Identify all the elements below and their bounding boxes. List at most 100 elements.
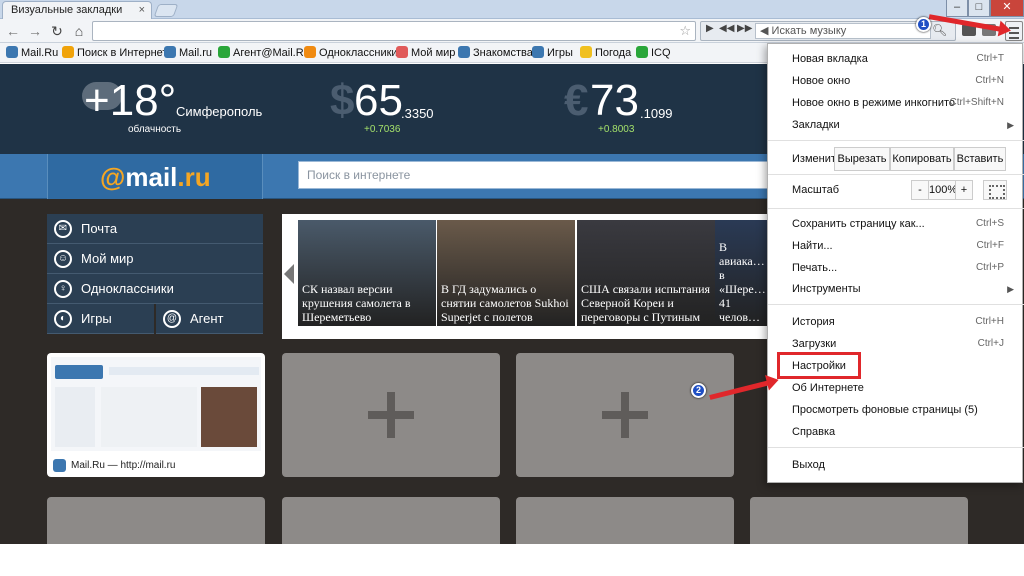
address-input[interactable]	[93, 22, 663, 40]
empty-tile-1[interactable]	[282, 353, 500, 477]
menu-new-window[interactable]: Новое окно	[792, 73, 850, 89]
shortcut-downloads: Ctrl+J	[977, 338, 1004, 349]
mailru-logo-box[interactable]: @mail.ru	[47, 154, 263, 199]
service-my-world-label: Мой мир	[81, 251, 134, 266]
music-search-input[interactable]: ◀ Искать музыку	[755, 23, 931, 39]
service-games[interactable]: ◐ Игры	[47, 304, 154, 334]
bookmark-favicon-icon	[580, 46, 592, 58]
bookmark-tile-mailru[interactable]: Mail.Ru — http://mail.ru	[47, 353, 265, 477]
bookmark-label: Mail.Ru	[21, 47, 59, 59]
bookmark-item[interactable]: ICQ	[636, 46, 671, 60]
bookmark-favicon-icon	[218, 46, 230, 58]
web-search-input[interactable]: Поиск в интернете	[298, 161, 768, 189]
menu-new-tab[interactable]: Новая вкладка	[792, 51, 868, 67]
step-badge-2: 2	[691, 383, 706, 398]
menu-print[interactable]: Печать...	[792, 260, 837, 276]
search-icon[interactable]: 🔍︎	[932, 23, 947, 37]
news-item[interactable]: США связали испытания Северной Кореи и п…	[577, 220, 715, 326]
step-badge-1: 1	[916, 17, 931, 32]
fast-forward-icon[interactable]: ▶▶	[737, 23, 752, 34]
menu-separator	[768, 140, 1024, 141]
bookmark-item[interactable]: Mail.ru	[164, 46, 212, 60]
rewind-icon[interactable]: ◀◀	[719, 23, 734, 34]
menu-help[interactable]: Справка	[792, 424, 835, 440]
service-agent-label: Агент	[190, 311, 224, 326]
home-icon[interactable]: ⌂	[70, 22, 88, 40]
page-bottom-blank	[0, 544, 1024, 576]
screenshot-root: Визуальные закладки × – □ ✕ ← → ↻ ⌂ ☆ ▶ …	[0, 0, 1024, 576]
empty-tile-3[interactable]	[47, 497, 265, 544]
empty-tile-6[interactable]	[750, 497, 968, 544]
tab-close-icon[interactable]: ×	[139, 2, 145, 18]
shortcut-new-tab: Ctrl+T	[976, 53, 1005, 64]
title-bar: Визуальные закладки × – □ ✕	[0, 0, 1024, 19]
bookmark-favicon-icon	[6, 46, 18, 58]
empty-tile-5[interactable]	[516, 497, 734, 544]
empty-tile-4[interactable]	[282, 497, 500, 544]
bookmark-item[interactable]: Мой мир	[396, 46, 455, 60]
bookmark-favicon-icon	[164, 46, 176, 58]
carousel-prev-icon[interactable]	[284, 264, 294, 284]
news-item[interactable]: В авиака… в «Шере… 41 челов…	[715, 220, 767, 326]
bookmark-star-icon[interactable]: ☆	[679, 23, 691, 39]
service-mail[interactable]: ✉ Почта	[47, 214, 263, 244]
zoom-in-button[interactable]: +	[955, 180, 973, 200]
bookmark-label: Mail.ru	[179, 47, 213, 59]
odnoklassniki-icon: ♀	[54, 280, 72, 298]
copy-button[interactable]: Копировать	[890, 147, 954, 171]
maximize-button[interactable]: □	[968, 0, 990, 17]
address-bar[interactable]: ☆	[92, 21, 696, 41]
bookmark-favicon-icon	[532, 46, 544, 58]
zoom-out-button[interactable]: -	[911, 180, 929, 200]
cut-button[interactable]: Вырезать	[834, 147, 890, 171]
bookmark-item[interactable]: Одноклассники	[304, 46, 398, 60]
menu-save-page[interactable]: Сохранить страницу как...	[792, 216, 925, 232]
bookmark-item[interactable]: Погода	[580, 46, 631, 60]
bookmark-item[interactable]: Игры	[532, 46, 573, 60]
menu-find[interactable]: Найти...	[792, 238, 833, 254]
menu-about[interactable]: Об Интернете	[792, 380, 864, 396]
menu-tools[interactable]: Инструменты	[792, 281, 861, 297]
play-icon[interactable]: ▶	[706, 23, 714, 34]
service-my-world[interactable]: ☺ Мой мир	[47, 244, 263, 274]
my-world-icon: ☺	[54, 250, 72, 268]
bookmark-item[interactable]: Mail.Ru	[6, 46, 58, 60]
bookmark-item[interactable]: Знакомства	[458, 46, 533, 60]
browser-toolbar: ← → ↻ ⌂ ☆ ▶ ◀◀ ▶▶ ◀ Искать музыку	[0, 19, 1024, 43]
new-tab-button[interactable]	[153, 4, 179, 17]
eur-change: +0.8003	[598, 124, 635, 135]
mailru-logo: @mail.ru	[100, 162, 211, 192]
service-odnoklassniki[interactable]: ♀ Одноклассники	[47, 274, 263, 304]
forward-icon[interactable]: →	[26, 22, 44, 40]
menu-bookmarks[interactable]: Закладки	[792, 117, 840, 133]
news-item[interactable]: В ГД задумались о снятии самолетов Sukho…	[437, 220, 575, 326]
close-window-button[interactable]: ✕	[990, 0, 1024, 17]
menu-background-pages[interactable]: Просмотреть фоновые страницы (5)	[792, 402, 978, 418]
zoom-value: 100%	[929, 180, 957, 200]
reload-icon[interactable]: ↻	[48, 22, 66, 40]
add-bookmark-icon	[602, 392, 648, 438]
bookmark-item[interactable]: Агент@Mail.Ru	[218, 46, 310, 60]
menu-downloads[interactable]: Загрузки	[792, 336, 836, 352]
menu-history[interactable]: История	[792, 314, 835, 330]
news-item[interactable]: СК назвал версии крушения самолета в Шер…	[298, 220, 436, 326]
submenu-arrow-icon: ▶	[1007, 120, 1014, 130]
menu-separator	[768, 304, 1024, 305]
empty-tile-2[interactable]	[516, 353, 734, 477]
weather-city[interactable]: Симферополь	[176, 104, 262, 119]
bookmark-item[interactable]: Поиск в Интернете	[62, 46, 173, 60]
minimize-button[interactable]: –	[946, 0, 968, 17]
service-agent[interactable]: @ Агент	[156, 304, 263, 334]
shortcut-incognito: Ctrl+Shift+N	[949, 97, 1004, 108]
service-games-label: Игры	[81, 311, 112, 326]
weather-condition: облачность	[128, 124, 182, 135]
settings-highlight-box	[777, 352, 861, 379]
tab-visual-bookmarks[interactable]: Визуальные закладки ×	[2, 1, 152, 19]
menu-incognito[interactable]: Новое окно в режиме инкогнито	[792, 95, 955, 111]
paste-button[interactable]: Вставить	[954, 147, 1006, 171]
menu-exit[interactable]: Выход	[792, 457, 825, 473]
bookmark-label: Агент@Mail.Ru	[233, 47, 310, 59]
fullscreen-icon[interactable]	[983, 180, 1007, 200]
mail-icon: ✉	[54, 220, 72, 238]
back-icon[interactable]: ←	[4, 22, 22, 40]
